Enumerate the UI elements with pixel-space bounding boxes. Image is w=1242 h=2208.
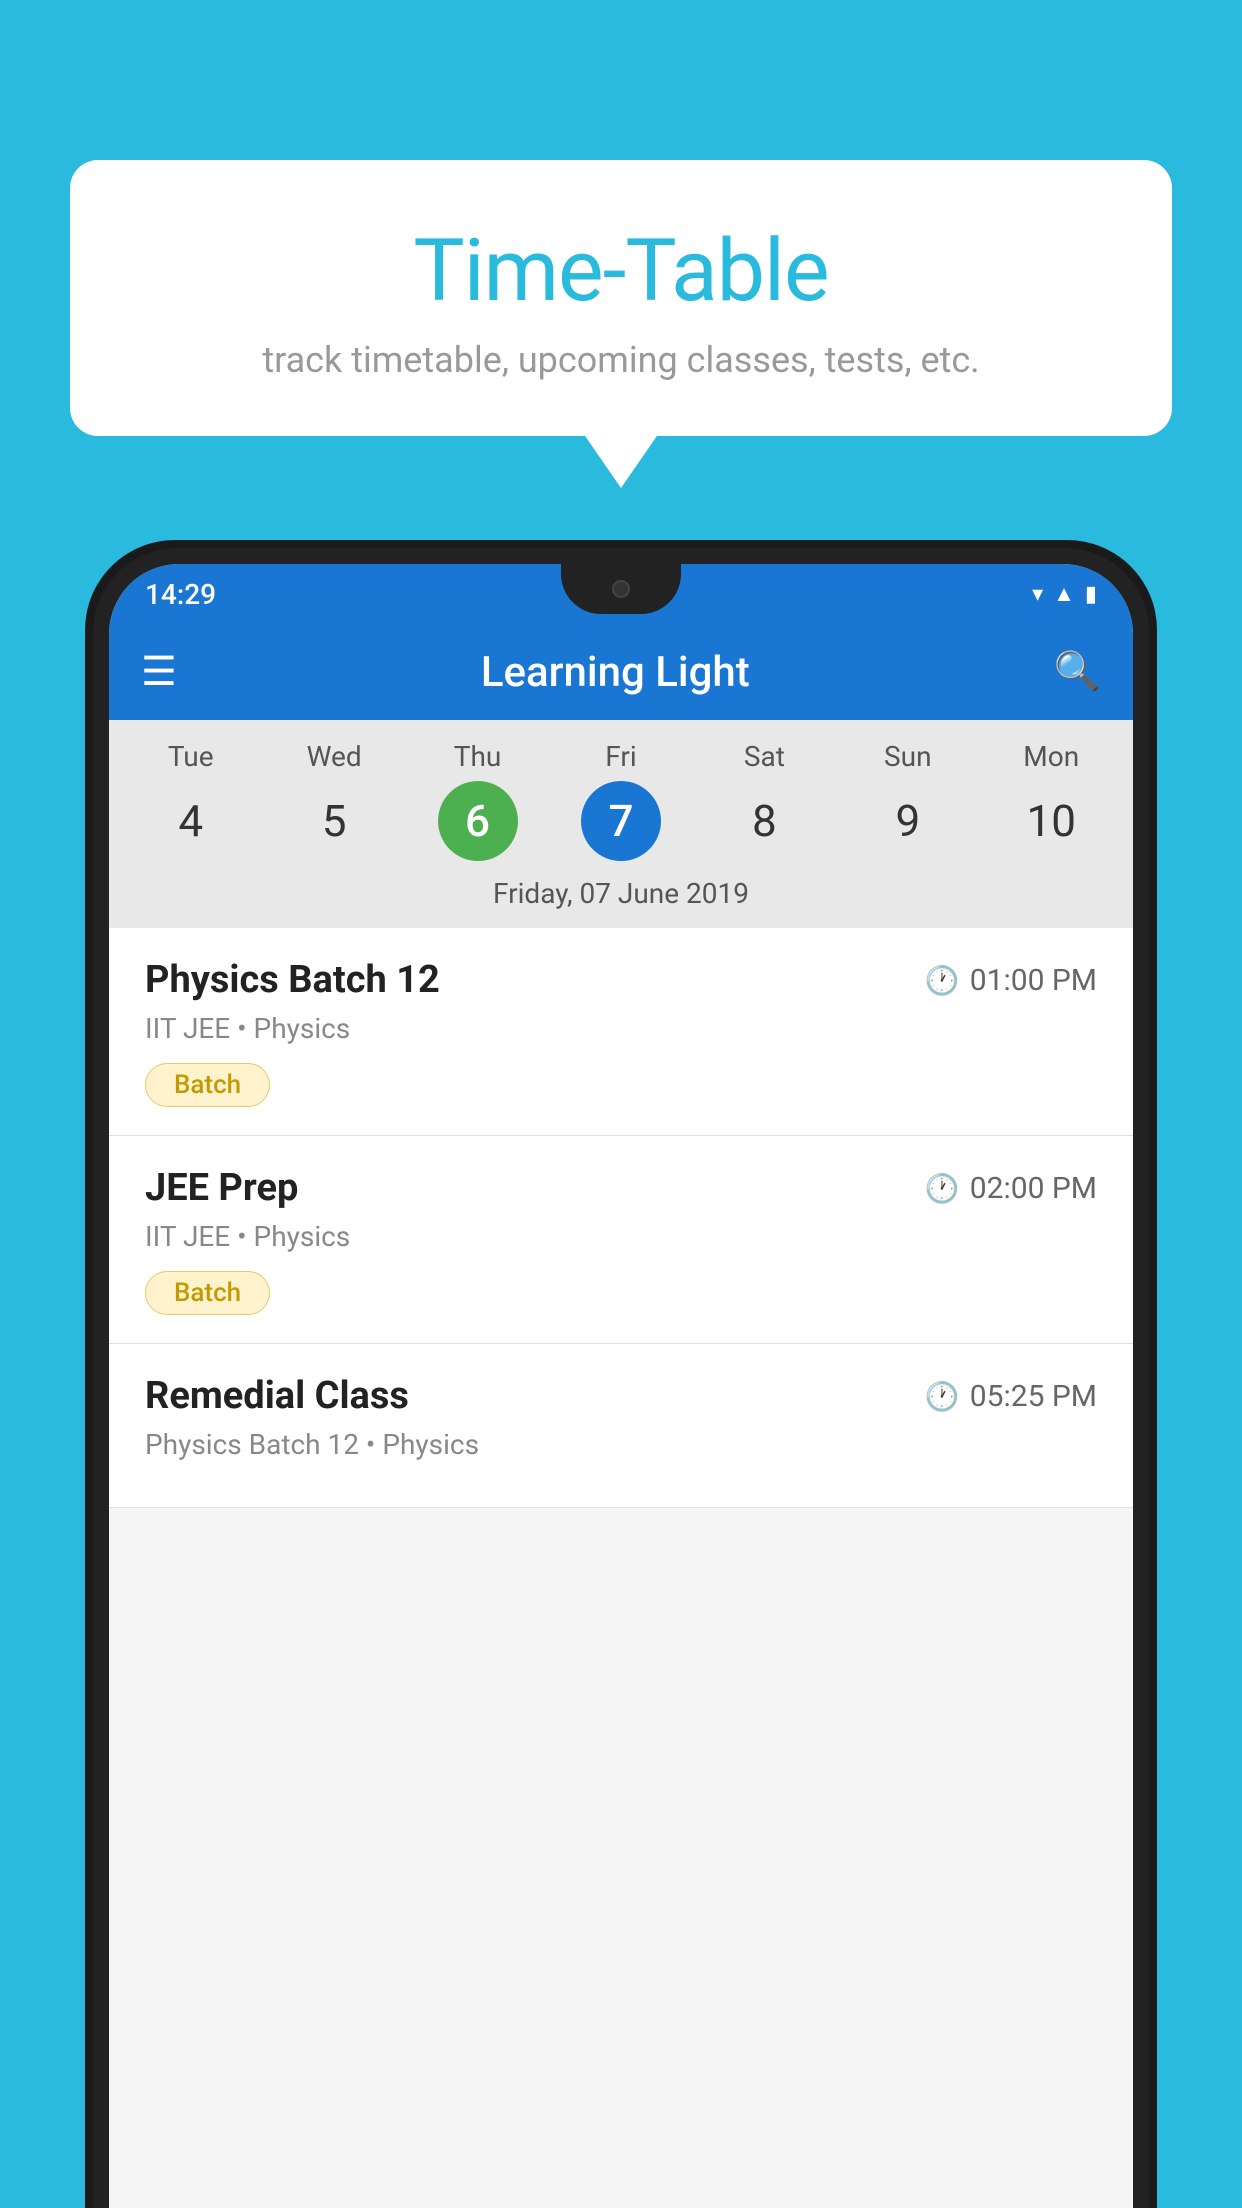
app-title: Learning Light [205,648,1026,697]
event-subtitle: Physics Batch 12 • Physics [145,1428,1097,1461]
app-bar: ☰ Learning Light 🔍 [109,624,1133,720]
clock-icon: 🕐 [925,1380,960,1413]
day-name: Thu [454,740,502,773]
event-item[interactable]: JEE Prep 🕐 02:00 PM IIT JEE • Physics Batch [109,1136,1133,1344]
battery-icon: ▮ [1085,582,1097,607]
selected-date-label: Friday, 07 June 2019 [109,861,1133,928]
day-number: 6 [438,781,518,861]
day-col[interactable]: Wed 5 [294,740,374,861]
bubble-title: Time-Table [110,220,1132,321]
phone-mockup: 14:29 ▾ ▲ ▮ ☰ Learning Light 🔍 Tue4Wed5T… [85,540,1157,2208]
event-header: JEE Prep 🕐 02:00 PM [145,1166,1097,1210]
event-time: 🕐 02:00 PM [925,1171,1097,1206]
event-subtitle: IIT JEE • Physics [145,1220,1097,1253]
day-col[interactable]: Sat 8 [724,740,804,861]
speech-bubble: Time-Table track timetable, upcoming cla… [70,160,1172,436]
day-number: 10 [1011,781,1091,861]
clock-icon: 🕐 [925,1172,960,1205]
event-item[interactable]: Physics Batch 12 🕐 01:00 PM IIT JEE • Phys… [109,928,1133,1136]
camera-dot [612,580,630,598]
signal-icon: ▲ [1053,581,1075,607]
event-name: Remedial Class [145,1374,409,1418]
day-col[interactable]: Thu 6 [438,740,518,861]
day-number: 4 [151,781,231,861]
day-name: Sun [884,740,932,773]
day-number: 8 [724,781,804,861]
wifi-icon: ▾ [1032,582,1043,607]
event-subtitle: IIT JEE • Physics [145,1012,1097,1045]
day-col[interactable]: Fri 7 [581,740,661,861]
day-name: Mon [1023,740,1079,773]
event-time: 🕐 01:00 PM [925,963,1097,998]
day-number: 5 [294,781,374,861]
event-header: Physics Batch 12 🕐 01:00 PM [145,958,1097,1002]
event-header: Remedial Class 🕐 05:25 PM [145,1374,1097,1418]
status-icons: ▾ ▲ ▮ [1032,581,1097,607]
day-name: Tue [168,740,214,773]
phone-inner: 14:29 ▾ ▲ ▮ ☰ Learning Light 🔍 Tue4Wed5T… [93,548,1149,2208]
days-row: Tue 4 Wed 5 Thu 6 Fri 7 Sat 8 Sun 9 Mon 10 [109,740,1133,861]
clock-icon: 🕐 [925,964,960,997]
event-name: JEE Prep [145,1166,298,1210]
day-name: Wed [307,740,362,773]
batch-badge: Batch [145,1271,270,1315]
day-name: Sat [744,740,785,773]
status-bar: 14:29 ▾ ▲ ▮ [109,564,1133,624]
event-time: 🕐 05:25 PM [925,1379,1097,1414]
event-name: Physics Batch 12 [145,958,440,1002]
bubble-subtitle: track timetable, upcoming classes, tests… [110,339,1132,381]
hamburger-icon[interactable]: ☰ [141,652,177,692]
day-number: 7 [581,781,661,861]
phone-screen: 14:29 ▾ ▲ ▮ ☰ Learning Light 🔍 Tue4Wed5T… [109,564,1133,2208]
notch [561,564,681,614]
day-col[interactable]: Sun 9 [868,740,948,861]
calendar-strip: Tue 4 Wed 5 Thu 6 Fri 7 Sat 8 Sun 9 Mon 10 Friday, 07… [109,720,1133,928]
day-col[interactable]: Tue 4 [151,740,231,861]
event-list: Physics Batch 12 🕐 01:00 PM IIT JEE • Phys… [109,928,1133,1508]
day-name: Fri [605,740,636,773]
speech-bubble-container: Time-Table track timetable, upcoming cla… [70,160,1172,436]
batch-badge: Batch [145,1063,270,1107]
event-item[interactable]: Remedial Class 🕐 05:25 PM Physics Batch 12… [109,1344,1133,1508]
status-time: 14:29 [145,578,216,611]
day-col[interactable]: Mon 10 [1011,740,1091,861]
search-icon[interactable]: 🔍 [1054,650,1101,694]
day-number: 9 [868,781,948,861]
